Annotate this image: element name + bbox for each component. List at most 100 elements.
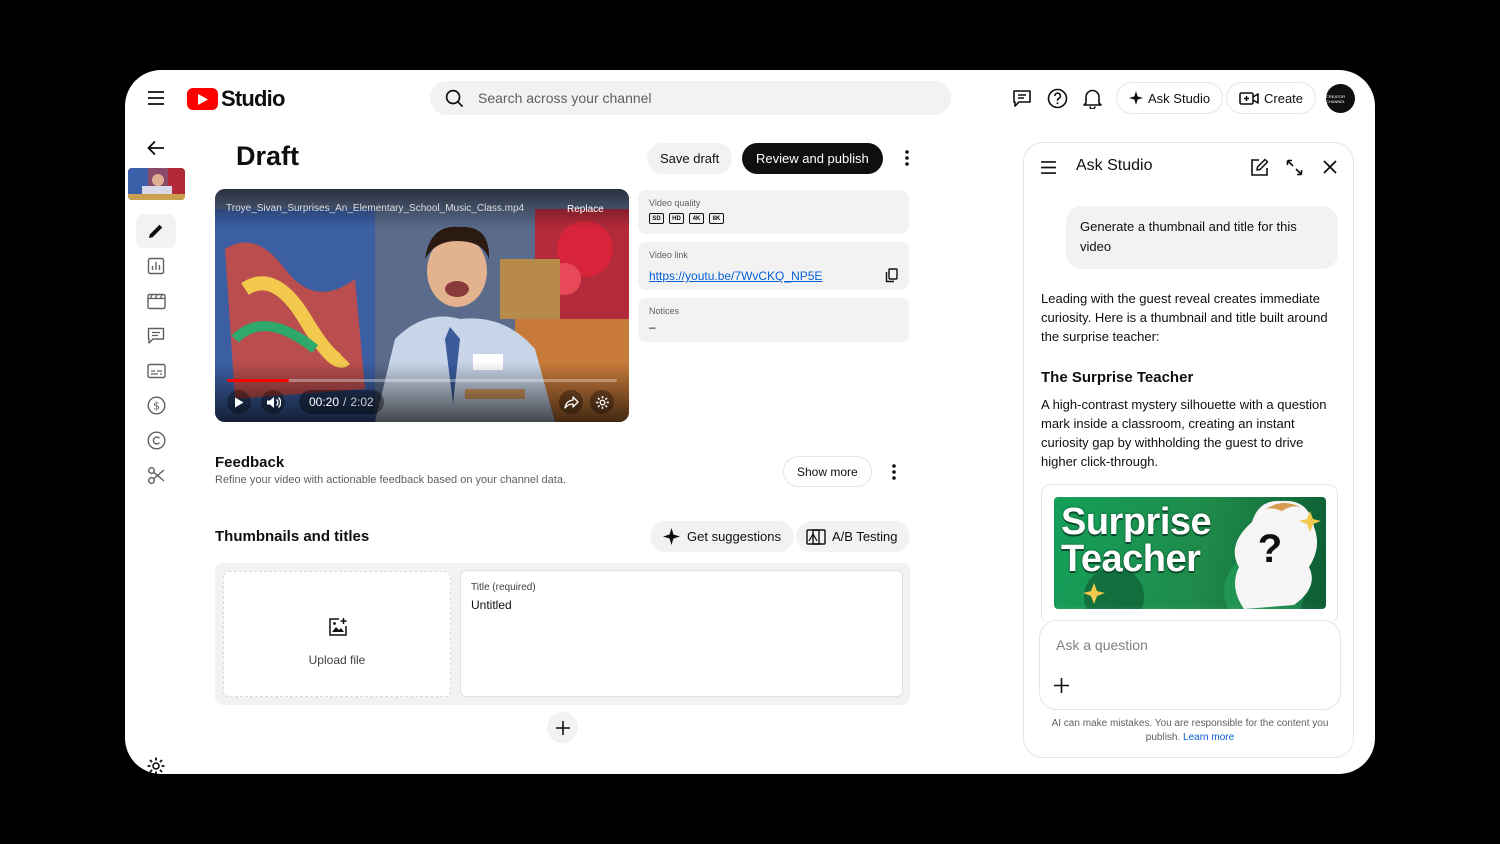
- notices-value: –: [649, 320, 656, 334]
- video-thumbnail-mini[interactable]: [128, 168, 185, 200]
- share-arrow-icon: [563, 395, 579, 409]
- rail-subtitles[interactable]: [136, 354, 176, 388]
- comments-icon: [147, 327, 165, 344]
- dollar-icon: $: [146, 395, 166, 415]
- title-field-label: Title (required): [471, 582, 536, 593]
- video-quality-label: Video quality: [649, 198, 701, 208]
- account-avatar[interactable]: CREATOR CHANNEL: [1326, 84, 1355, 113]
- editor-clapper-icon: [146, 293, 166, 309]
- play-button[interactable]: [227, 390, 251, 414]
- feedback-icon[interactable]: [1010, 87, 1034, 109]
- progress-fill: [227, 379, 290, 382]
- ab-testing-icon: [806, 528, 826, 545]
- video-link[interactable]: https://youtu.be/7WvCKQ_NP5E: [649, 269, 822, 283]
- notices-box: Notices –: [638, 298, 909, 342]
- search-input[interactable]: [478, 81, 918, 115]
- show-more-button[interactable]: Show more: [783, 456, 872, 487]
- copy-icon[interactable]: [882, 266, 900, 284]
- concept-title: The Surprise Teacher: [1041, 369, 1194, 386]
- studio-window: Studio Ask Studio Create CREATOR CHANNEL: [125, 70, 1375, 774]
- rail-editor[interactable]: [136, 284, 176, 318]
- title-input[interactable]: [471, 598, 871, 612]
- rail-clips[interactable]: [136, 458, 176, 492]
- new-chat-icon[interactable]: [1248, 156, 1270, 178]
- quality-badges: SD HD 4K 8K: [649, 213, 729, 224]
- rail-comments[interactable]: [136, 319, 176, 353]
- volume-icon: [266, 396, 281, 408]
- replace-button[interactable]: Replace: [567, 204, 604, 215]
- quality-badge-4k: 4K: [689, 213, 704, 224]
- analytics-icon: [147, 257, 165, 275]
- title-field[interactable]: Title (required): [460, 570, 903, 697]
- user-message-bubble: Generate a thumbnail and title for this …: [1066, 206, 1338, 269]
- studio-logo[interactable]: Studio: [187, 86, 285, 112]
- ab-testing-button[interactable]: A/B Testing: [796, 521, 910, 552]
- feedback-title: Feedback: [215, 454, 285, 471]
- save-draft-button[interactable]: Save draft: [647, 143, 733, 174]
- settings-gear-icon[interactable]: [146, 756, 166, 774]
- attach-plus-icon[interactable]: [1053, 675, 1070, 695]
- play-icon: [235, 397, 244, 407]
- close-icon[interactable]: [1319, 156, 1341, 178]
- time-display: 00:20 / 2:02: [299, 390, 384, 414]
- copyright-icon: [146, 430, 166, 450]
- panel-menu-icon[interactable]: [1037, 156, 1059, 178]
- create-video-icon: [1239, 91, 1259, 105]
- back-arrow-icon[interactable]: [144, 136, 168, 160]
- rail-details[interactable]: [136, 214, 176, 248]
- generated-thumbnail-card[interactable]: Surprise Teacher ?: [1041, 484, 1338, 624]
- notices-label: Notices: [649, 306, 680, 316]
- page-title: Draft: [236, 141, 300, 171]
- sparkle-icon: [1129, 91, 1143, 105]
- concept-description: A high-contrast mystery silhouette with …: [1041, 397, 1327, 469]
- feedback-subtitle: Refine your video with actionable feedba…: [215, 474, 567, 486]
- share-button[interactable]: [559, 390, 583, 414]
- video-link-box: Video link https://youtu.be/7WvCKQ_NP5E: [638, 242, 909, 290]
- get-suggestions-button[interactable]: Get suggestions: [650, 521, 794, 552]
- menu-icon[interactable]: [144, 86, 168, 110]
- svg-text:$: $: [153, 399, 160, 412]
- sparkle-icon: [663, 528, 680, 545]
- scissors-icon: [147, 466, 164, 484]
- current-time: 00:20: [309, 395, 340, 409]
- thumbnail-question-mark: ?: [1257, 527, 1283, 571]
- feedback-more-icon[interactable]: [884, 460, 904, 484]
- ask-question-input[interactable]: [1056, 637, 1316, 653]
- top-bar: Studio Ask Studio Create CREATOR CHANNEL: [125, 70, 1375, 126]
- video-player[interactable]: Troye_Sivan_Surprises_An_Elementary_Scho…: [215, 189, 629, 422]
- progress-bar[interactable]: [227, 379, 617, 382]
- create-button[interactable]: Create: [1226, 82, 1317, 114]
- player-settings-button[interactable]: [590, 390, 614, 414]
- review-publish-button[interactable]: Review and publish: [742, 143, 883, 174]
- search-icon[interactable]: [442, 87, 466, 109]
- add-image-icon: [327, 616, 349, 638]
- volume-button[interactable]: [261, 390, 285, 414]
- thumbnails-titles-heading: Thumbnails and titles: [215, 528, 370, 545]
- learn-more-link[interactable]: Learn more: [1183, 732, 1234, 743]
- upload-thumbnail-dropzone[interactable]: Upload file: [223, 571, 451, 697]
- help-icon[interactable]: [1045, 86, 1069, 110]
- upload-file-label: Upload file: [308, 653, 366, 667]
- rail-analytics[interactable]: [136, 249, 176, 283]
- panel-title: Ask Studio: [1076, 157, 1153, 174]
- rail-monetization[interactable]: $: [136, 388, 176, 422]
- video-filename: Troye_Sivan_Surprises_An_Elementary_Scho…: [226, 203, 525, 214]
- quality-badge-8k: 8K: [709, 213, 724, 224]
- expand-icon[interactable]: [1283, 156, 1305, 178]
- quality-badge-hd: HD: [669, 213, 684, 224]
- youtube-logo-icon: [187, 88, 218, 110]
- duration: 2:02: [350, 395, 374, 409]
- more-options-icon[interactable]: [897, 146, 917, 170]
- notifications-bell-icon[interactable]: [1080, 86, 1104, 110]
- search-bar[interactable]: [430, 81, 951, 115]
- ai-disclaimer: AI can make mistakes. You are responsibl…: [1036, 717, 1344, 745]
- create-label: Create: [1264, 90, 1304, 106]
- ask-question-box[interactable]: [1039, 620, 1341, 710]
- pencil-icon: [149, 224, 163, 238]
- video-quality-box: Video quality SD HD 4K 8K: [638, 190, 909, 234]
- add-variant-button[interactable]: [547, 712, 578, 743]
- logo-text: Studio: [221, 86, 285, 111]
- rail-copyright[interactable]: [136, 423, 176, 457]
- ask-studio-button[interactable]: Ask Studio: [1116, 82, 1224, 114]
- subtitles-icon: [146, 363, 166, 379]
